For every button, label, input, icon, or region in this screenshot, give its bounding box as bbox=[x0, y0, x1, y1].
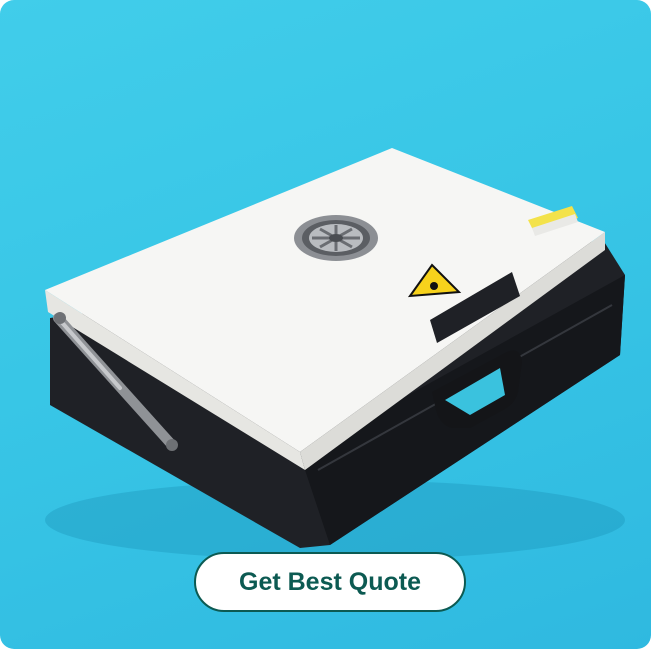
product-card[interactable]: Get Best Quote bbox=[0, 0, 651, 649]
vent-icon bbox=[294, 215, 378, 261]
get-best-quote-button[interactable]: Get Best Quote bbox=[194, 552, 466, 612]
